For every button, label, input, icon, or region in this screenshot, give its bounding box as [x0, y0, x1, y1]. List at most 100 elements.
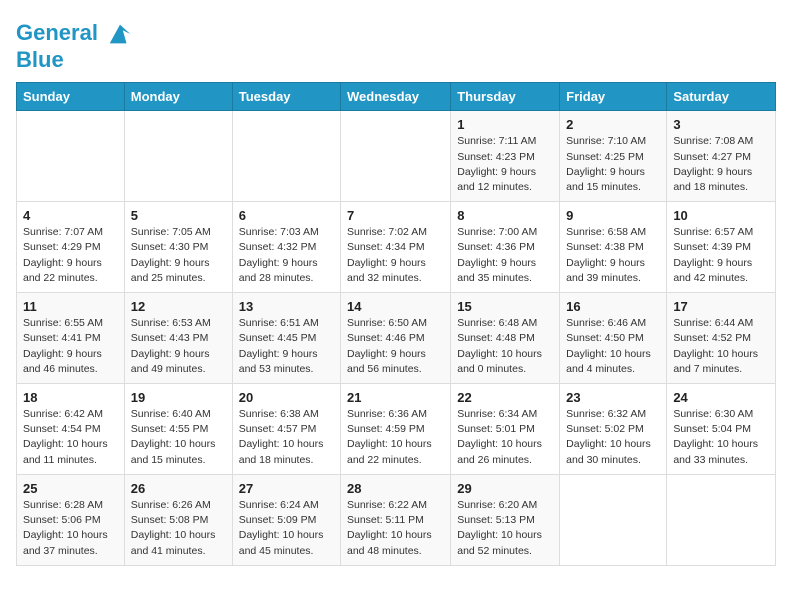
logo: General Blue — [16, 20, 134, 72]
day-info: Sunrise: 7:11 AM Sunset: 4:23 PM Dayligh… — [457, 134, 553, 195]
day-cell: 28 Sunrise: 6:22 AM Sunset: 5:11 PM Dayli… — [341, 474, 451, 565]
day-cell: 10 Sunrise: 6:57 AM Sunset: 4:39 PM Dayli… — [667, 202, 776, 293]
day-cell: 6Sunrise: 7:03 AM Sunset: 4:32 PM Daylig… — [232, 202, 340, 293]
week-row-4: 25 Sunrise: 6:28 AM Sunset: 5:06 PM Dayli… — [17, 474, 776, 565]
day-number: 16 — [566, 299, 660, 314]
day-info: Sunrise: 7:08 AM Sunset: 4:27 PM Dayligh… — [673, 134, 769, 195]
day-number: 19 — [131, 390, 226, 405]
day-number: 28 — [347, 481, 444, 496]
day-info: Sunrise: 6:48 AM Sunset: 4:48 PM Dayligh… — [457, 316, 553, 377]
day-cell: 23 Sunrise: 6:32 AM Sunset: 5:02 PM Dayli… — [560, 384, 667, 475]
day-number: 14 — [347, 299, 444, 314]
day-info: Sunrise: 7:02 AM Sunset: 4:34 PM Dayligh… — [347, 225, 444, 286]
day-info: Sunrise: 6:51 AM Sunset: 4:45 PM Dayligh… — [239, 316, 334, 377]
day-cell: 20Sunrise: 6:38 AM Sunset: 4:57 PM Dayli… — [232, 384, 340, 475]
logo-general: General — [16, 20, 98, 45]
week-row-1: 4 Sunrise: 7:07 AM Sunset: 4:29 PM Daylig… — [17, 202, 776, 293]
day-cell: 14 Sunrise: 6:50 AM Sunset: 4:46 PM Dayli… — [341, 293, 451, 384]
calendar-table: SundayMondayTuesdayWednesdayThursdayFrid… — [16, 82, 776, 565]
day-number: 29 — [457, 481, 553, 496]
day-cell: 5 Sunrise: 7:05 AM Sunset: 4:30 PM Daylig… — [124, 202, 232, 293]
day-cell — [124, 111, 232, 202]
day-info: Sunrise: 6:46 AM Sunset: 4:50 PM Dayligh… — [566, 316, 660, 377]
day-number: 20 — [239, 390, 334, 405]
day-info: Sunrise: 7:05 AM Sunset: 4:30 PM Dayligh… — [131, 225, 226, 286]
day-cell — [667, 474, 776, 565]
week-row-2: 11 Sunrise: 6:55 AM Sunset: 4:41 PM Dayli… — [17, 293, 776, 384]
weekday-sunday: Sunday — [17, 83, 125, 111]
week-row-0: 1 Sunrise: 7:11 AM Sunset: 4:23 PM Daylig… — [17, 111, 776, 202]
day-number: 25 — [23, 481, 118, 496]
day-cell: 24 Sunrise: 6:30 AM Sunset: 5:04 PM Dayli… — [667, 384, 776, 475]
day-number: 2 — [566, 117, 660, 132]
day-number: 5 — [131, 208, 226, 223]
day-number: 12 — [131, 299, 226, 314]
day-cell: 4 Sunrise: 7:07 AM Sunset: 4:29 PM Daylig… — [17, 202, 125, 293]
day-number: 4 — [23, 208, 118, 223]
day-cell: 15 Sunrise: 6:48 AM Sunset: 4:48 PM Dayli… — [451, 293, 560, 384]
day-cell — [560, 474, 667, 565]
day-number: 22 — [457, 390, 553, 405]
weekday-thursday: Thursday — [451, 83, 560, 111]
weekday-friday: Friday — [560, 83, 667, 111]
day-info: Sunrise: 6:40 AM Sunset: 4:55 PM Dayligh… — [131, 407, 226, 468]
day-info: Sunrise: 7:00 AM Sunset: 4:36 PM Dayligh… — [457, 225, 553, 286]
day-cell: 26 Sunrise: 6:26 AM Sunset: 5:08 PM Dayli… — [124, 474, 232, 565]
day-info: Sunrise: 6:36 AM Sunset: 4:59 PM Dayligh… — [347, 407, 444, 468]
day-number: 23 — [566, 390, 660, 405]
day-number: 18 — [23, 390, 118, 405]
day-info: Sunrise: 6:34 AM Sunset: 5:01 PM Dayligh… — [457, 407, 553, 468]
day-info: Sunrise: 6:42 AM Sunset: 4:54 PM Dayligh… — [23, 407, 118, 468]
day-info: Sunrise: 6:24 AM Sunset: 5:09 PM Dayligh… — [239, 498, 334, 559]
header: General Blue — [16, 16, 776, 72]
day-number: 11 — [23, 299, 118, 314]
day-number: 17 — [673, 299, 769, 314]
day-number: 7 — [347, 208, 444, 223]
day-cell: 29 Sunrise: 6:20 AM Sunset: 5:13 PM Dayli… — [451, 474, 560, 565]
day-number: 3 — [673, 117, 769, 132]
day-cell: 25 Sunrise: 6:28 AM Sunset: 5:06 PM Dayli… — [17, 474, 125, 565]
day-cell: 3 Sunrise: 7:08 AM Sunset: 4:27 PM Daylig… — [667, 111, 776, 202]
day-number: 1 — [457, 117, 553, 132]
day-info: Sunrise: 7:07 AM Sunset: 4:29 PM Dayligh… — [23, 225, 118, 286]
day-info: Sunrise: 6:32 AM Sunset: 5:02 PM Dayligh… — [566, 407, 660, 468]
day-info: Sunrise: 6:44 AM Sunset: 4:52 PM Dayligh… — [673, 316, 769, 377]
day-info: Sunrise: 6:20 AM Sunset: 5:13 PM Dayligh… — [457, 498, 553, 559]
day-number: 24 — [673, 390, 769, 405]
day-cell — [17, 111, 125, 202]
day-cell: 18 Sunrise: 6:42 AM Sunset: 4:54 PM Dayli… — [17, 384, 125, 475]
day-cell: 16 Sunrise: 6:46 AM Sunset: 4:50 PM Dayli… — [560, 293, 667, 384]
day-cell — [232, 111, 340, 202]
week-row-3: 18 Sunrise: 6:42 AM Sunset: 4:54 PM Dayli… — [17, 384, 776, 475]
day-info: Sunrise: 6:26 AM Sunset: 5:08 PM Dayligh… — [131, 498, 226, 559]
day-number: 6 — [239, 208, 334, 223]
day-cell: 22 Sunrise: 6:34 AM Sunset: 5:01 PM Dayli… — [451, 384, 560, 475]
day-info: Sunrise: 6:58 AM Sunset: 4:38 PM Dayligh… — [566, 225, 660, 286]
day-info: Sunrise: 6:57 AM Sunset: 4:39 PM Dayligh… — [673, 225, 769, 286]
day-number: 21 — [347, 390, 444, 405]
day-info: Sunrise: 6:22 AM Sunset: 5:11 PM Dayligh… — [347, 498, 444, 559]
day-info: Sunrise: 6:55 AM Sunset: 4:41 PM Dayligh… — [23, 316, 118, 377]
day-number: 15 — [457, 299, 553, 314]
day-cell: 19 Sunrise: 6:40 AM Sunset: 4:55 PM Dayli… — [124, 384, 232, 475]
logo-bird-icon — [106, 20, 134, 48]
day-info: Sunrise: 6:30 AM Sunset: 5:04 PM Dayligh… — [673, 407, 769, 468]
day-cell: 17 Sunrise: 6:44 AM Sunset: 4:52 PM Dayli… — [667, 293, 776, 384]
day-info: Sunrise: 7:10 AM Sunset: 4:25 PM Dayligh… — [566, 134, 660, 195]
page: General Blue SundayMondayTuesdayWednesda… — [0, 0, 792, 576]
day-cell: 21 Sunrise: 6:36 AM Sunset: 4:59 PM Dayli… — [341, 384, 451, 475]
day-number: 27 — [239, 481, 334, 496]
weekday-monday: Monday — [124, 83, 232, 111]
day-cell: 13 Sunrise: 6:51 AM Sunset: 4:45 PM Dayli… — [232, 293, 340, 384]
weekday-tuesday: Tuesday — [232, 83, 340, 111]
day-number: 10 — [673, 208, 769, 223]
day-info: Sunrise: 6:50 AM Sunset: 4:46 PM Dayligh… — [347, 316, 444, 377]
day-cell: 8Sunrise: 7:00 AM Sunset: 4:36 PM Daylig… — [451, 202, 560, 293]
day-number: 26 — [131, 481, 226, 496]
day-number: 13 — [239, 299, 334, 314]
day-cell: 2 Sunrise: 7:10 AM Sunset: 4:25 PM Daylig… — [560, 111, 667, 202]
day-cell: 7 Sunrise: 7:02 AM Sunset: 4:34 PM Daylig… — [341, 202, 451, 293]
day-info: Sunrise: 6:28 AM Sunset: 5:06 PM Dayligh… — [23, 498, 118, 559]
day-number: 9 — [566, 208, 660, 223]
day-cell: 11 Sunrise: 6:55 AM Sunset: 4:41 PM Dayli… — [17, 293, 125, 384]
